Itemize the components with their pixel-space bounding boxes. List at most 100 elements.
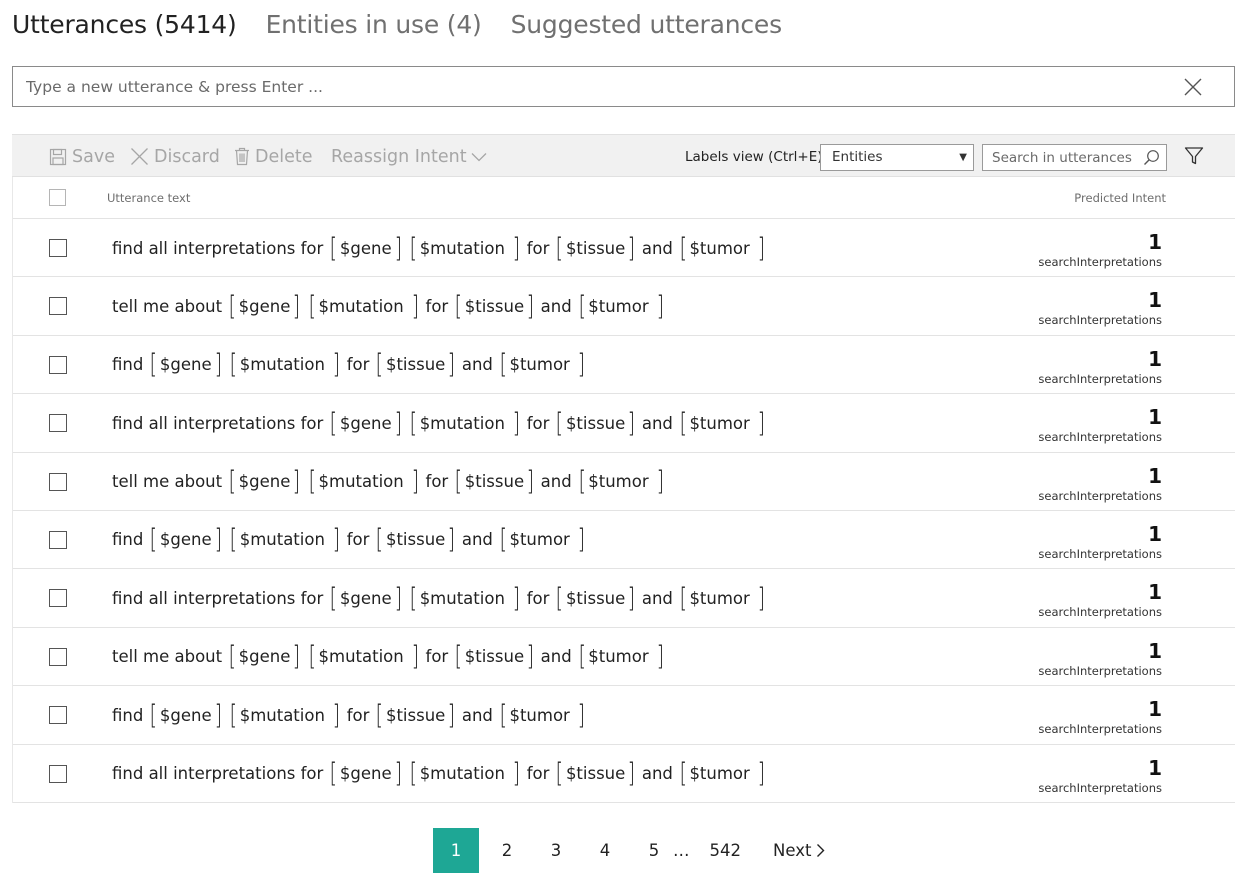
predicted-intent-name[interactable]: searchInterpretations (1038, 489, 1162, 503)
row-checkbox[interactable] (49, 472, 67, 491)
table-row[interactable]: find all interpretations for[$gene][$mut… (13, 394, 1235, 453)
page-1-button[interactable]: 1 (433, 828, 479, 873)
entity-label[interactable]: [$tumor ] (678, 410, 767, 437)
utterance-text[interactable]: find all interpretations for[$gene][$mut… (112, 233, 772, 263)
entity-label[interactable]: [$gene] (328, 585, 403, 612)
close-icon[interactable] (1183, 77, 1203, 97)
entity-label[interactable]: [$mutation ] (408, 235, 522, 262)
entity-label[interactable]: [$gene] (328, 760, 403, 787)
page-2-button[interactable]: 2 (500, 828, 514, 873)
entity-label[interactable]: [$gene] (328, 235, 403, 262)
predicted-intent-name[interactable]: searchInterpretations (1038, 781, 1162, 795)
entity-label[interactable]: [$tissue] (374, 526, 456, 553)
table-row[interactable]: find[$gene][$mutation ] for[$tissue] and[$… (13, 686, 1235, 745)
entity-label[interactable]: [$mutation ] (408, 760, 522, 787)
row-checkbox[interactable] (49, 706, 67, 725)
entity-label[interactable]: [$tissue] (453, 293, 535, 320)
table-row[interactable]: tell me about[$gene][$mutation ] for[$tis… (13, 453, 1235, 511)
entity-label[interactable]: [$mutation ] (307, 293, 421, 320)
entity-label[interactable]: [$tissue] (554, 585, 636, 612)
page-5-button[interactable]: 5 (647, 828, 661, 873)
entity-label[interactable]: [$tumor ] (678, 585, 767, 612)
entity-label[interactable]: [$mutation ] (228, 351, 342, 378)
table-row[interactable]: find all interpretations for[$gene][$mut… (13, 745, 1235, 803)
entity-label[interactable]: [$tumor ] (678, 235, 767, 262)
predicted-intent-name[interactable]: searchInterpretations (1038, 430, 1162, 444)
utterance-text[interactable]: tell me about[$gene][$mutation ] for[$tis… (112, 467, 670, 497)
entity-label[interactable]: [$tissue] (374, 702, 456, 729)
entity-label[interactable]: [$tissue] (374, 351, 456, 378)
entity-label[interactable]: [$mutation ] (228, 526, 342, 553)
tab-utterances[interactable]: Utterances (5414) (12, 10, 237, 39)
row-checkbox[interactable] (49, 530, 67, 549)
entity-label[interactable]: [$tumor ] (498, 526, 587, 553)
entity-label[interactable]: [$tumor ] (577, 468, 666, 495)
row-checkbox[interactable] (49, 589, 67, 608)
new-utterance-input[interactable] (13, 67, 1163, 106)
entity-label[interactable]: [$tissue] (554, 760, 636, 787)
entity-label[interactable]: [$mutation ] (408, 585, 522, 612)
utterance-text[interactable]: tell me about[$gene][$mutation ] for[$tis… (112, 291, 670, 321)
table-row[interactable]: find all interpretations for[$gene][$mut… (13, 569, 1235, 628)
table-row[interactable]: find[$gene][$mutation ] for[$tissue] and[$… (13, 511, 1235, 570)
entity-label[interactable]: [$gene] (328, 410, 403, 437)
entity-label[interactable]: [$gene] (227, 468, 302, 495)
row-checkbox[interactable] (49, 414, 67, 433)
entity-label[interactable]: [$mutation ] (307, 468, 421, 495)
next-page-button[interactable]: Next (773, 828, 825, 873)
utterance-text[interactable]: find[$gene][$mutation ] for[$tissue] and[$… (112, 350, 592, 380)
table-row[interactable]: find[$gene][$mutation ] for[$tissue] and[$… (13, 336, 1235, 395)
entity-label[interactable]: [$tissue] (453, 468, 535, 495)
row-checkbox[interactable] (49, 764, 67, 783)
search-icon[interactable] (1143, 149, 1160, 170)
utterance-text[interactable]: tell me about[$gene][$mutation ] for[$tis… (112, 642, 670, 672)
select-all-checkbox[interactable] (49, 189, 66, 206)
utterance-text[interactable]: find all interpretations for[$gene][$mut… (112, 583, 772, 613)
entity-label[interactable]: [$mutation ] (307, 643, 421, 670)
save-button[interactable]: Save (49, 135, 115, 178)
predicted-intent-name[interactable]: searchInterpretations (1038, 547, 1162, 561)
page-3-button[interactable]: 3 (549, 828, 563, 873)
table-row[interactable]: tell me about[$gene][$mutation ] for[$tis… (13, 628, 1235, 687)
labels-view-select[interactable]: Entities ▼ (820, 144, 974, 171)
entity-label[interactable]: [$mutation ] (228, 702, 342, 729)
entity-label[interactable]: [$tumor ] (577, 293, 666, 320)
entity-label[interactable]: [$tumor ] (678, 760, 767, 787)
row-checkbox[interactable] (49, 297, 67, 316)
row-checkbox[interactable] (49, 239, 67, 257)
utterance-text[interactable]: find[$gene][$mutation ] for[$tissue] and[$… (112, 525, 592, 555)
utterance-text[interactable]: find all interpretations for[$gene][$mut… (112, 408, 772, 438)
reassign-intent-button[interactable]: Reassign Intent (331, 135, 487, 178)
predicted-intent-name[interactable]: searchInterpretations (1038, 372, 1162, 386)
row-checkbox[interactable] (49, 355, 67, 374)
entity-label[interactable]: [$gene] (148, 351, 223, 378)
predicted-intent-name[interactable]: searchInterpretations (1038, 664, 1162, 678)
entity-label[interactable]: [$tumor ] (498, 702, 587, 729)
page-4-button[interactable]: 4 (598, 828, 612, 873)
discard-button[interactable]: Discard (130, 135, 220, 178)
utterance-text[interactable]: find all interpretations for[$gene][$mut… (112, 759, 772, 789)
table-row[interactable]: find all interpretations for[$gene][$mut… (13, 219, 1235, 278)
predicted-intent-name[interactable]: searchInterpretations (1038, 605, 1162, 619)
entity-label[interactable]: [$tissue] (554, 410, 636, 437)
tab-suggested-utterances[interactable]: Suggested utterances (511, 10, 782, 39)
utterance-text[interactable]: find[$gene][$mutation ] for[$tissue] and[$… (112, 700, 592, 730)
entity-label[interactable]: [$tumor ] (577, 643, 666, 670)
delete-button[interactable]: Delete (234, 135, 313, 178)
predicted-intent-name[interactable]: searchInterpretations (1038, 722, 1162, 736)
page-last-button[interactable]: 542 (710, 828, 742, 873)
search-utterances-input[interactable] (983, 145, 1133, 170)
predicted-intent-name[interactable]: searchInterpretations (1038, 255, 1162, 269)
entity-label[interactable]: [$gene] (148, 526, 223, 553)
entity-label[interactable]: [$gene] (148, 702, 223, 729)
entity-label[interactable]: [$tissue] (453, 643, 535, 670)
tab-entities-in-use[interactable]: Entities in use (4) (266, 10, 482, 39)
row-checkbox[interactable] (49, 647, 67, 666)
table-row[interactable]: tell me about[$gene][$mutation ] for[$tis… (13, 277, 1235, 336)
entity-label[interactable]: [$tissue] (554, 235, 636, 262)
filter-icon[interactable] (1184, 146, 1204, 170)
predicted-intent-name[interactable]: searchInterpretations (1038, 313, 1162, 327)
entity-label[interactable]: [$gene] (227, 643, 302, 670)
entity-label[interactable]: [$gene] (227, 293, 302, 320)
entity-label[interactable]: [$tumor ] (498, 351, 587, 378)
